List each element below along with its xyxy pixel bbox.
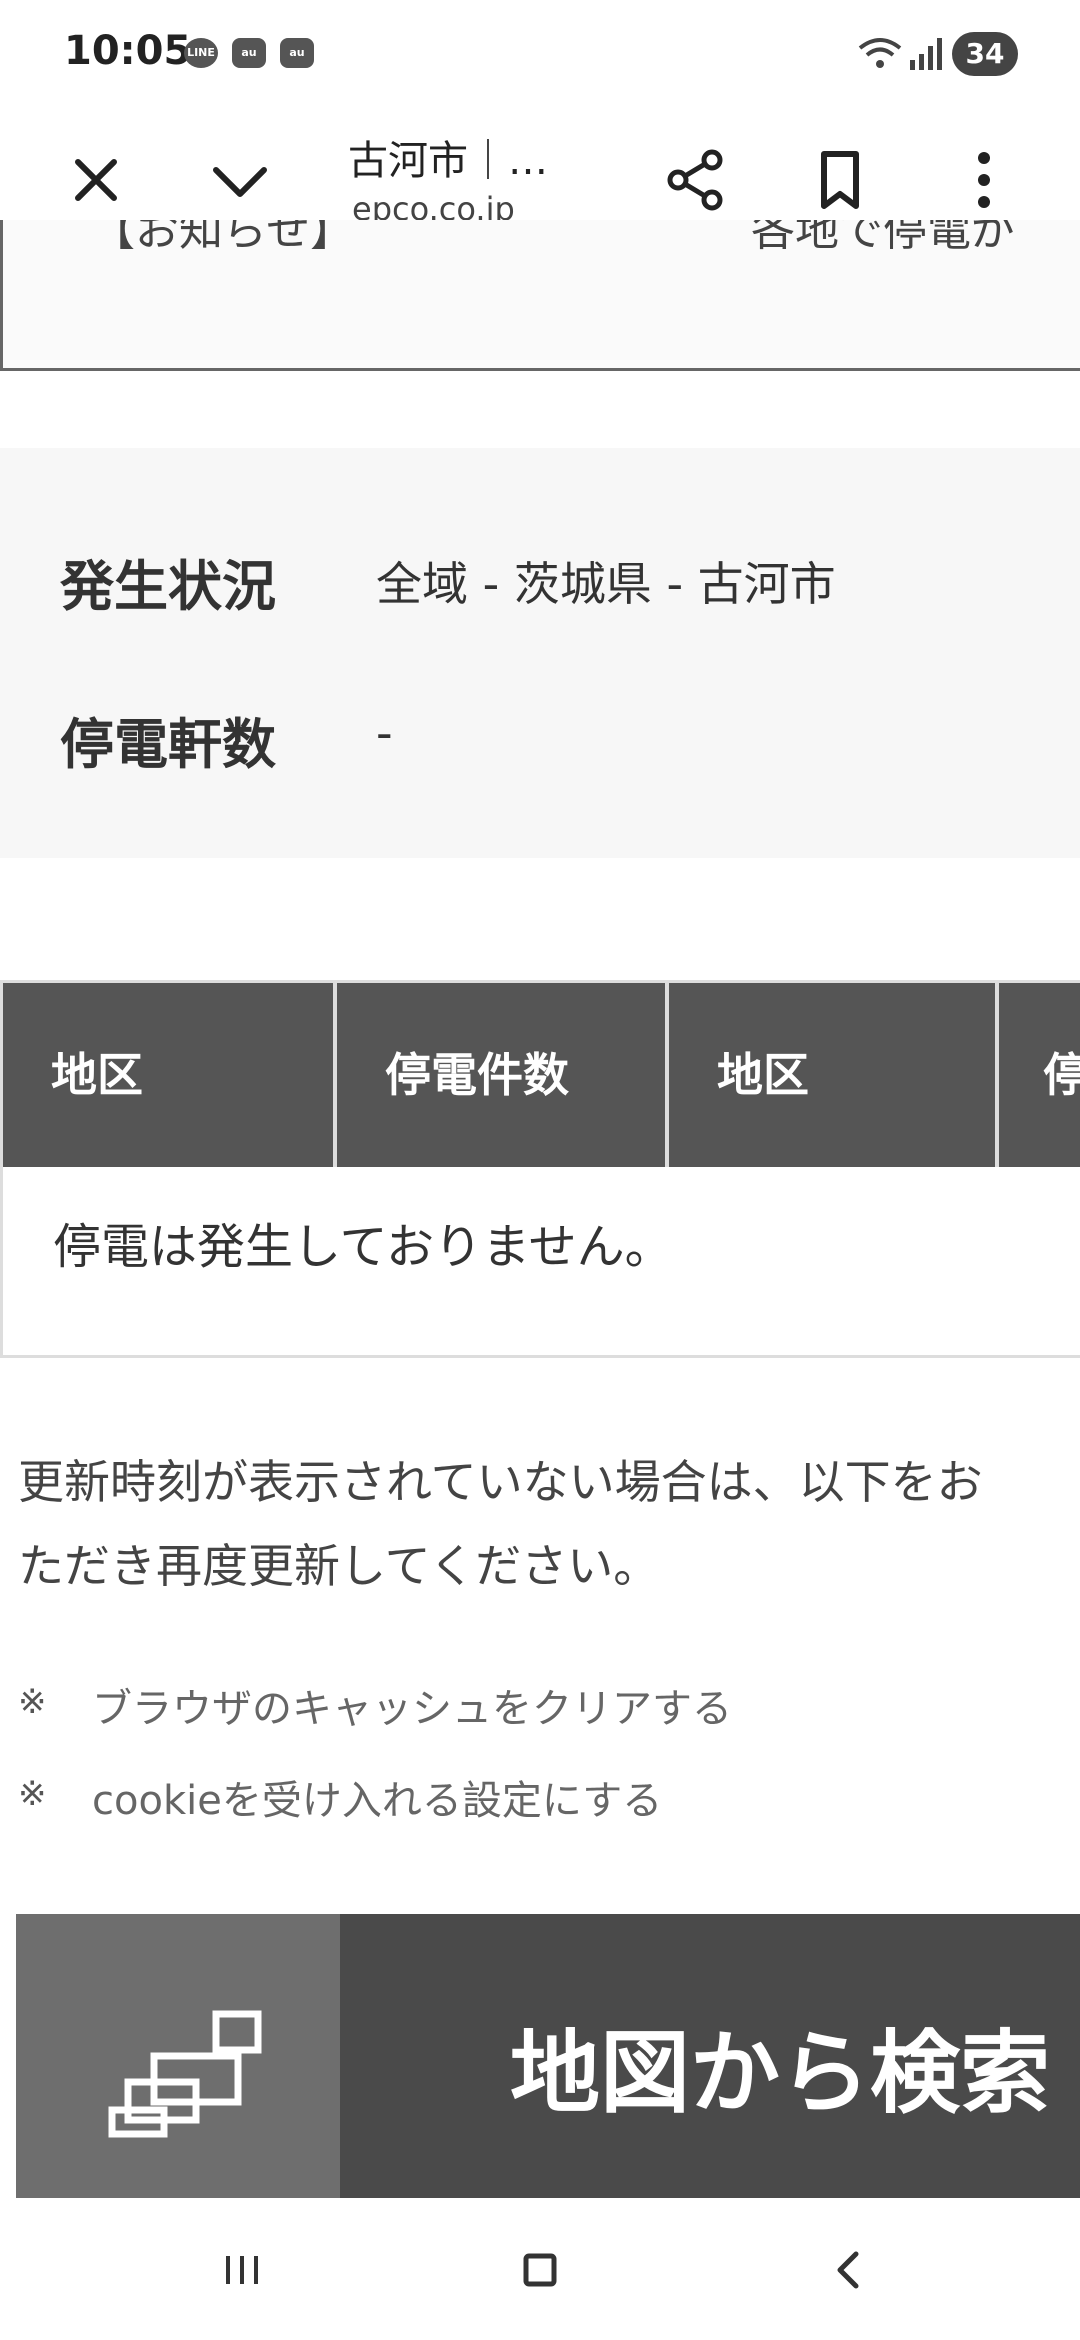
map-icon — [108, 2010, 262, 2138]
note-clear-cache: ブラウザのキャッシュをクリアする — [92, 1686, 732, 1732]
notice-text[interactable]: 各地で停電が — [751, 220, 1015, 258]
battery-indicator: 34 — [952, 32, 1018, 76]
status-panel: 発生状況 全域 - 茨城県 - 古河市 停電軒数 - — [0, 448, 1080, 858]
note-mark: ※ — [18, 1774, 47, 1814]
table-header-district: 地区 — [669, 983, 999, 1167]
wifi-icon — [858, 38, 902, 68]
notice-box: 【お知らせ】 各地で停電が — [0, 220, 1080, 371]
status-time: 10:05 — [64, 28, 192, 74]
line-notification-icon: LINE — [184, 38, 218, 68]
info-text-line1: 更新時刻が表示されていない場合は、以下をお — [18, 1455, 983, 1509]
note-mark: ※ — [18, 1682, 47, 1722]
home-icon[interactable] — [518, 2238, 562, 2302]
outage-table: 地区 停電件数 地区 停 停電は発生しておりません。 — [0, 980, 1080, 1358]
outage-count-value: - — [376, 706, 393, 760]
outage-count-label: 停電軒数 — [60, 713, 276, 776]
close-icon[interactable] — [56, 140, 136, 220]
navigation-bar — [0, 2198, 1080, 2340]
note-accept-cookie: cookieを受け入れる設定にする — [92, 1778, 663, 1824]
bookmark-icon[interactable] — [800, 140, 880, 220]
map-search-label: 地図から検索 — [510, 2021, 1050, 2126]
recent-apps-icon[interactable] — [220, 2238, 264, 2302]
page-title[interactable]: 古河市｜… — [348, 128, 548, 186]
table-header-outage-count: 停 — [999, 983, 1080, 1167]
table-header-outage-count: 停電件数 — [337, 983, 669, 1167]
share-icon[interactable] — [656, 140, 736, 220]
notice-label: 【お知らせ】 — [91, 220, 355, 256]
occurrence-value: 全域 - 茨城県 - 古河市 — [376, 557, 836, 611]
info-text-line2: ただき再度更新してください。 — [18, 1539, 660, 1593]
chevron-down-icon[interactable] — [200, 140, 280, 220]
status-bar: 10:05 LINE au au 34 — [0, 0, 1080, 110]
more-vert-icon[interactable] — [944, 140, 1024, 220]
map-search-button[interactable]: 地図から検索 — [16, 1914, 1080, 2200]
no-outage-message: 停電は発生しておりません。 — [53, 1219, 673, 1275]
au-mail-icon: au — [280, 38, 314, 68]
back-icon[interactable] — [826, 2238, 870, 2302]
occurrence-label: 発生状況 — [60, 555, 276, 618]
signal-icon — [910, 38, 942, 70]
au-mail-icon: au — [232, 38, 266, 68]
map-icon-box — [16, 1914, 340, 2200]
table-header-district: 地区 — [3, 983, 337, 1167]
